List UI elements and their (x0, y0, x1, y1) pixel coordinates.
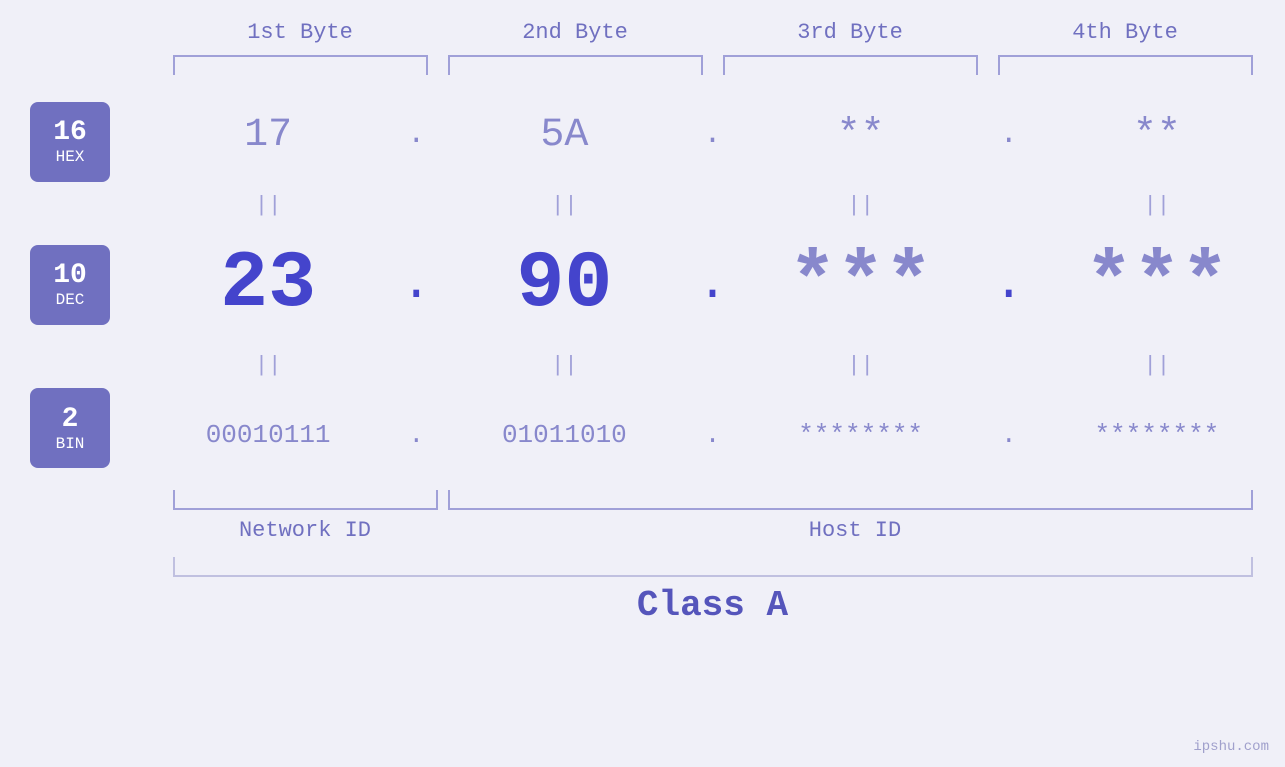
bin-val-3: ******** (798, 420, 923, 450)
eq2-cell-2: || (436, 353, 692, 378)
main-content-area: 16 HEX 10 DEC 2 BIN 17 . 5A (0, 85, 1285, 485)
eq-sign-1: || (255, 193, 281, 218)
class-bracket-row (163, 557, 1263, 577)
host-id-bracket (448, 490, 1253, 510)
data-grid: 17 . 5A . ** . ** || (140, 85, 1285, 485)
eq-cell-1: || (140, 193, 396, 218)
bracket-top-2 (448, 55, 703, 75)
byte-header-4: 4th Byte (988, 20, 1263, 45)
hex-val-1: 17 (244, 113, 292, 158)
network-id-bracket (173, 490, 438, 510)
bin-badge-label: BIN (56, 435, 85, 453)
hex-badge: 16 HEX (30, 102, 110, 182)
bin-cell-1: 00010111 (140, 420, 396, 450)
dec-badge-num: 10 (53, 260, 87, 291)
eq2-cell-1: || (140, 353, 396, 378)
byte-headers-row: 1st Byte 2nd Byte 3rd Byte 4th Byte (163, 20, 1263, 45)
bracket-top-3 (723, 55, 978, 75)
hex-cell-4: ** (1029, 113, 1285, 158)
hex-dot-3: . (989, 120, 1029, 150)
eq-cell-2: || (436, 193, 692, 218)
eq-sign-4: || (1144, 193, 1170, 218)
eq-sign-2: || (551, 193, 577, 218)
bin-cell-3: ******** (733, 420, 989, 450)
hex-val-4: ** (1133, 113, 1181, 158)
bin-cell-4: ******** (1029, 420, 1285, 450)
dec-cell-3: *** (733, 245, 989, 325)
dec-cell-2: 90 (436, 245, 692, 325)
dec-badge-label: DEC (56, 291, 85, 309)
eq2-sign-4: || (1144, 353, 1170, 378)
network-id-label: Network ID (173, 518, 438, 543)
main-container: 1st Byte 2nd Byte 3rd Byte 4th Byte 16 H… (0, 0, 1285, 767)
hex-cell-1: 17 (140, 113, 396, 158)
bin-cell-2: 01011010 (436, 420, 692, 450)
dec-dot-2: . (693, 260, 733, 310)
eq2-sign-1: || (255, 353, 281, 378)
bracket-top-1 (173, 55, 428, 75)
eq-cell-3: || (733, 193, 989, 218)
base-labels-column: 16 HEX 10 DEC 2 BIN (0, 85, 140, 485)
byte-header-2: 2nd Byte (438, 20, 713, 45)
id-labels-row: Network ID Host ID (163, 518, 1263, 543)
bin-val-1: 00010111 (206, 420, 331, 450)
bin-badge-num: 2 (62, 404, 79, 435)
bin-dot-3: . (989, 422, 1029, 448)
dec-dot-1: . (396, 260, 436, 310)
hex-cell-2: 5A (436, 113, 692, 158)
watermark: ipshu.com (1193, 739, 1269, 755)
byte-header-3: 3rd Byte (713, 20, 988, 45)
dec-val-3: *** (789, 239, 933, 330)
eq2-cell-3: || (733, 353, 989, 378)
hex-badge-num: 16 (53, 117, 87, 148)
dec-badge: 10 DEC (30, 245, 110, 325)
dec-val-2: 90 (516, 239, 612, 330)
dec-val-1: 23 (220, 239, 316, 330)
bin-row: 00010111 . 01011010 . ******** . *******… (140, 385, 1285, 485)
bracket-top-4 (998, 55, 1253, 75)
eq-sign-3: || (847, 193, 873, 218)
bin-val-4: ******** (1094, 420, 1219, 450)
hex-cell-3: ** (733, 113, 989, 158)
bottom-brackets-row (163, 490, 1263, 510)
dec-val-4: *** (1085, 239, 1229, 330)
bin-val-2: 01011010 (502, 420, 627, 450)
dec-cell-1: 23 (140, 245, 396, 325)
host-id-label: Host ID (448, 518, 1263, 543)
equals-row-1: || || || || (140, 185, 1285, 225)
top-brackets (163, 55, 1263, 75)
class-label: Class A (637, 585, 788, 626)
hex-dot-2: . (693, 120, 733, 150)
class-bracket (173, 557, 1253, 577)
dec-cell-4: *** (1029, 245, 1285, 325)
eq-cell-4: || (1029, 193, 1285, 218)
dec-row: 23 . 90 . *** . *** (140, 225, 1285, 345)
dec-dot-3: . (989, 260, 1029, 310)
hex-dot-1: . (396, 120, 436, 150)
bin-dot-1: . (396, 422, 436, 448)
hex-val-3: ** (837, 113, 885, 158)
equals-row-2: || || || || (140, 345, 1285, 385)
eq2-sign-3: || (847, 353, 873, 378)
byte-header-1: 1st Byte (163, 20, 438, 45)
bin-dot-2: . (693, 422, 733, 448)
class-label-row: Class A (163, 585, 1263, 626)
hex-row: 17 . 5A . ** . ** (140, 85, 1285, 185)
hex-val-2: 5A (540, 113, 588, 158)
hex-badge-label: HEX (56, 148, 85, 166)
bin-badge: 2 BIN (30, 388, 110, 468)
eq2-cell-4: || (1029, 353, 1285, 378)
eq2-sign-2: || (551, 353, 577, 378)
